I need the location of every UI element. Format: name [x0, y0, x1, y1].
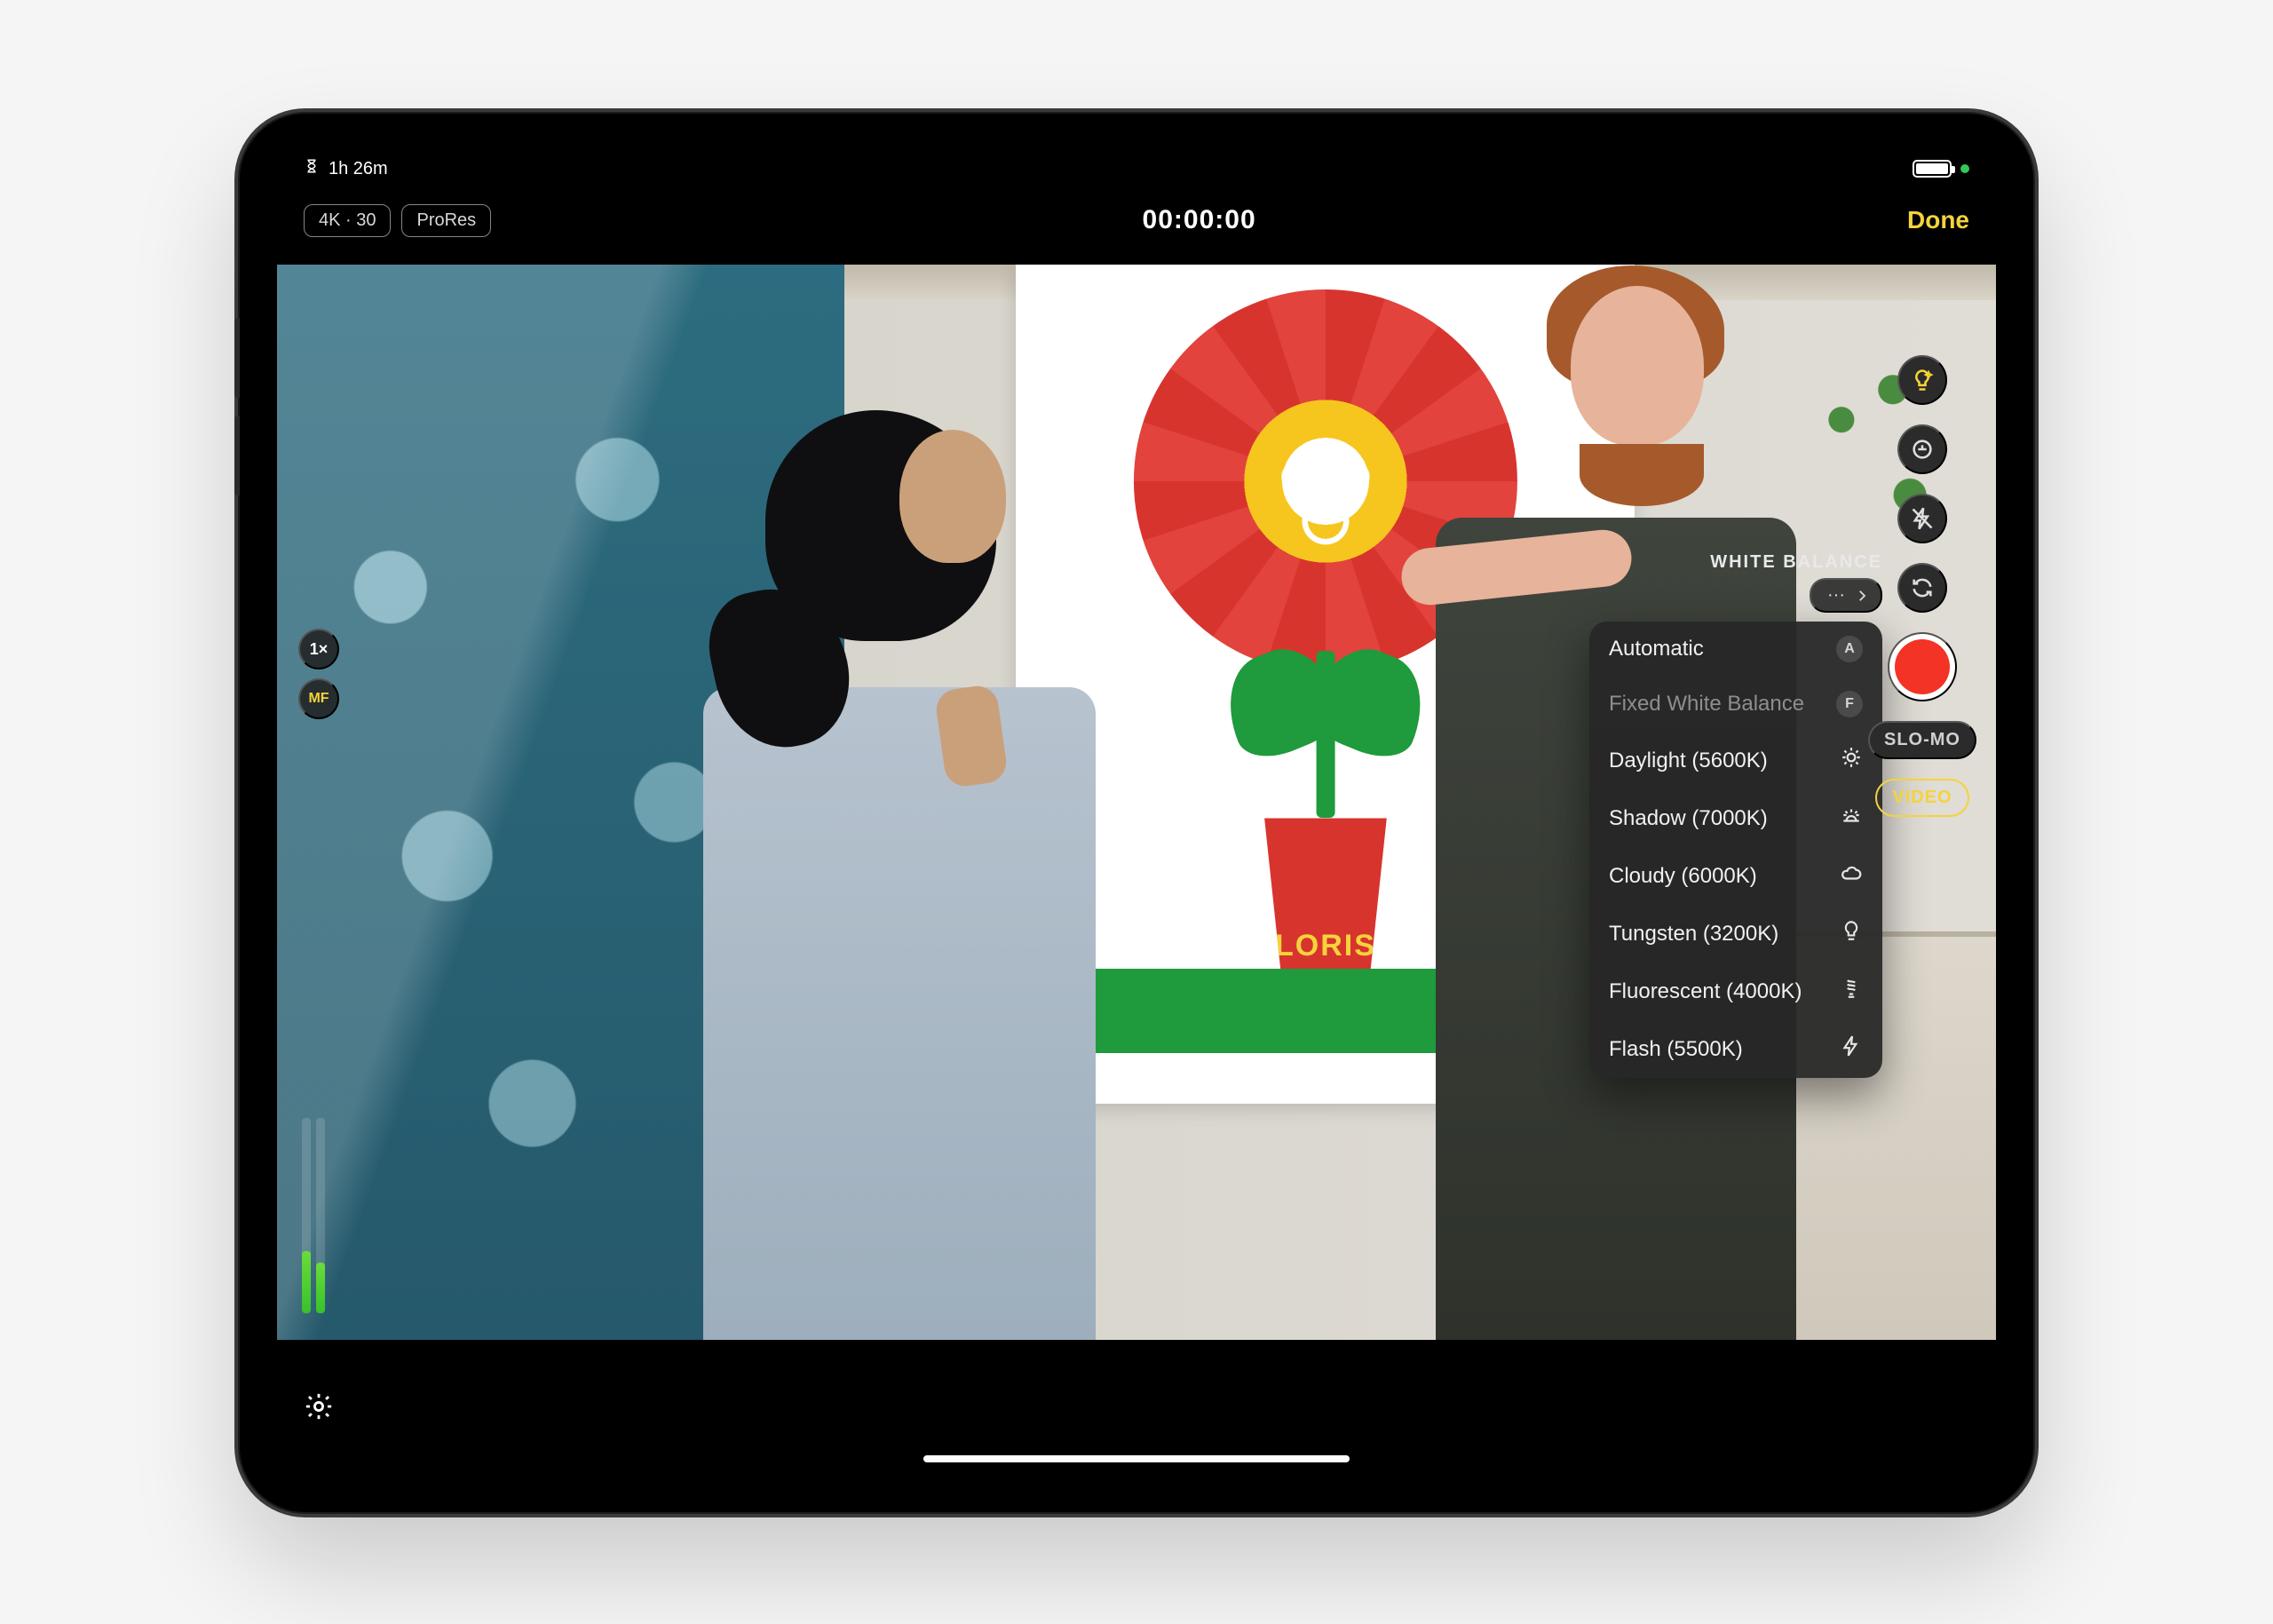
white-balance-option[interactable]: Cloudy (6000K) [1589, 847, 1882, 905]
format-button[interactable]: 4K · 30 [304, 204, 391, 237]
bulb-sparkle-icon [1910, 368, 1935, 392]
record-dot-icon [1895, 639, 1950, 694]
settings-button[interactable] [304, 1391, 334, 1424]
audio-level-meter [302, 1118, 329, 1313]
white-balance-key-badge: F [1836, 691, 1863, 717]
white-balance-option-label: Shadow (7000K) [1609, 806, 1768, 831]
recording-remaining: 1h 26m [329, 159, 388, 179]
camera-viewfinder[interactable]: FLORIST [277, 265, 1996, 1340]
white-balance-option[interactable]: Fixed White Balance F [1589, 677, 1882, 732]
format-label: 4K · 30 [319, 210, 376, 231]
white-balance-option[interactable]: Shadow (7000K) [1589, 789, 1882, 847]
codec-button[interactable]: ProRes [401, 204, 491, 237]
top-toolbar: 4K · 30 ProRes 00:00:00 Done [277, 194, 1996, 247]
sun-icon [1840, 746, 1863, 775]
white-balance-option[interactable]: Flash (5500K) [1589, 1020, 1882, 1078]
gear-icon [304, 1391, 334, 1422]
screen: 1h 26m 4K · 30 ProRes 00:00:00 [277, 151, 1996, 1475]
record-button[interactable] [1888, 632, 1957, 701]
sun-horizon-icon [1840, 804, 1863, 833]
done-button[interactable]: Done [1907, 206, 1969, 234]
white-balance-menu: Automatic A Fixed White Balance F Daylight (… [1589, 622, 1882, 1078]
bulb-icon [1840, 919, 1863, 948]
mode-slo-mo[interactable]: SLO-MO [1868, 721, 1976, 759]
focus-mode-button[interactable]: MF [298, 678, 339, 719]
mode-video[interactable]: VIDEO [1875, 779, 1969, 817]
ipad-device-frame: 1h 26m 4K · 30 ProRes 00:00:00 [240, 114, 2033, 1512]
exposure-button[interactable] [1897, 424, 1947, 474]
white-balance-option[interactable]: Automatic A [1589, 622, 1882, 677]
white-balance-title: WHITE BALANCE [1710, 552, 1882, 573]
white-balance-key-badge: A [1836, 636, 1863, 662]
cloud-icon [1840, 861, 1863, 891]
bolt-icon [1840, 1034, 1863, 1064]
bottom-bar [277, 1340, 1996, 1475]
right-controls: SLO-MO VIDEO [1868, 355, 1976, 817]
switch-camera-icon [1910, 575, 1935, 600]
white-balance-option[interactable]: Tungsten (3200K) [1589, 905, 1882, 963]
flash-off-icon [1910, 506, 1935, 531]
home-indicator[interactable] [923, 1455, 1350, 1462]
white-balance-option-label: Tungsten (3200K) [1609, 922, 1778, 947]
battery-icon [1913, 160, 1952, 178]
white-balance-button[interactable] [1897, 355, 1947, 405]
record-timer: 00:00:00 [1143, 205, 1256, 235]
switch-camera-button[interactable] [1897, 563, 1947, 613]
white-balance-option-label: Flash (5500K) [1609, 1037, 1743, 1062]
white-balance-option-label: Fixed White Balance [1609, 692, 1804, 717]
white-balance-option[interactable]: Fluorescent (4000K) [1589, 963, 1882, 1020]
white-balance-option-label: Fluorescent (4000K) [1609, 979, 1802, 1004]
status-bar: 1h 26m [277, 151, 1996, 186]
cfl-icon [1840, 977, 1863, 1006]
flash-button[interactable] [1897, 494, 1947, 543]
white-balance-popover: WHITE BALANCE ··· AutomaticAFixed White … [1589, 552, 1882, 1078]
exposure-icon [1910, 437, 1935, 462]
camera-in-use-indicator [1960, 164, 1969, 173]
white-balance-option[interactable]: Daylight (5600K) [1589, 732, 1882, 789]
white-balance-option-label: Automatic [1609, 637, 1704, 661]
white-balance-option-label: Cloudy (6000K) [1609, 864, 1757, 889]
zoom-button[interactable]: 1× [298, 629, 339, 669]
codec-label: ProRes [416, 210, 476, 231]
hourglass-icon [304, 158, 320, 179]
white-balance-option-label: Daylight (5600K) [1609, 749, 1768, 773]
